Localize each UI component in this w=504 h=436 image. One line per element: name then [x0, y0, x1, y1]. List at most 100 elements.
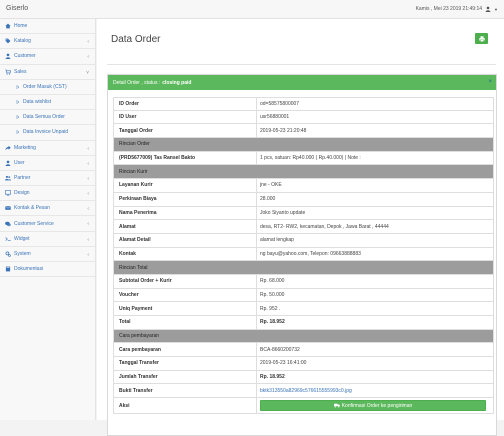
sidebar-item-label: Marketing — [14, 144, 36, 151]
sidebar-item-label: Katalog — [14, 38, 31, 45]
section-header-row: Rincian Total — [113, 261, 494, 275]
sidebar-item-marketing[interactable]: Marketing ‹ — [0, 141, 95, 156]
field-label: ID Order — [114, 98, 257, 110]
field-label: Subtotal Order + Kurir — [114, 274, 257, 288]
field-value: 2019-05-23 21:20:48 — [260, 127, 307, 134]
sidebar-item-data-invoice-unpaid[interactable]: Data Invoice Unpaid — [0, 125, 95, 141]
sidebar-item-label: User — [14, 159, 25, 166]
sidebar-item-widget[interactable]: Widget ‹ — [0, 232, 95, 247]
sidebar-item-sales[interactable]: Sales ˅ — [0, 65, 95, 80]
transfer-proof-link[interactable]: bktk313550a82969c576615555993c0.jpg — [260, 388, 352, 394]
sidebar-item-label: Order Masuk (CST) — [23, 83, 67, 90]
field-label: Tanggal Transfer — [114, 357, 257, 370]
share-icon — [5, 145, 11, 151]
table-row: Layanan Kurir jne - OKE — [113, 179, 494, 193]
table-row: Nama Penerima Joko Siyanto update — [113, 206, 494, 221]
table-row: Total Rp. 18.952 — [113, 316, 494, 330]
sidebar-item-label: Design — [14, 190, 30, 197]
angle-icon — [15, 99, 20, 105]
sidebar-item-home[interactable]: Home — [0, 19, 95, 35]
divider — [107, 64, 496, 65]
print-icon — [478, 35, 485, 42]
truck-icon — [333, 403, 340, 408]
tags-icon — [5, 38, 11, 44]
field-label: Jumlah Transfer — [114, 370, 257, 384]
table-row: (PRD5677009) Tas Ransel Bakto 1 pcs, satu… — [113, 151, 494, 166]
sidebar-item-customer[interactable]: Customer ‹ — [0, 49, 95, 65]
field-label: Cara pembayaran — [114, 343, 257, 357]
chevron-left-icon: ‹ — [87, 236, 89, 243]
angle-icon — [15, 114, 20, 120]
sidebar-item-kontak-pesan[interactable]: Kontak & Pesan ‹ — [0, 201, 95, 217]
sidebar-item-data-semua-order[interactable]: Data Semua Order — [0, 110, 95, 126]
field-label: Alamat Detail — [114, 233, 257, 247]
top-bar: Giserlo Kamis , Mei 23 2019 21:49:14 ▼ — [0, 0, 504, 19]
field-label: Bukti Transfer — [114, 384, 257, 398]
close-icon[interactable]: × — [488, 79, 492, 85]
chevron-left-icon: ‹ — [87, 160, 89, 167]
field-label: Perkiraan Biaya — [114, 192, 257, 206]
field-value: 2019-05-23 16:41:00 — [260, 360, 307, 367]
section-header-row: Rincian Kurir — [113, 165, 494, 180]
gears-icon — [5, 251, 11, 257]
user-icon — [485, 6, 491, 12]
sidebar-item-partner[interactable]: Partner ‹ — [0, 171, 95, 187]
app-brand[interactable]: Giserlo — [6, 5, 28, 12]
sidebar-item-order-masuk-cst[interactable]: Order Masuk (CST) — [0, 79, 95, 95]
table-row: Tanggal Transfer 2019-05-23 16:41:00 — [113, 357, 494, 371]
panel-header-text: Detail Order , status : — [113, 79, 161, 86]
sidebar-item-data-wishlist[interactable]: Data wishlist — [0, 94, 95, 111]
users-icon — [5, 175, 11, 181]
chevron-left-icon: ‹ — [87, 191, 89, 198]
field-value: Konfirmasi Order ke pengiriman — [257, 398, 493, 413]
section-title: Rincian Kurir — [119, 168, 148, 175]
order-detail-panel: Detail Order , status : closing paid × I… — [107, 74, 497, 436]
desktop-icon — [5, 190, 11, 196]
datetime-label: Kamis , Mei 23 2019 21:49:14 — [415, 6, 483, 12]
sidebar-item-customer-service[interactable]: Customer Service ‹ — [0, 216, 95, 232]
sidebar-item-label: Kontak & Pesan — [14, 205, 50, 212]
field-value: Rp. 68.000 — [260, 278, 285, 285]
table-row: Aksi Konfirmasi Order ke pengiriman — [113, 398, 494, 415]
field-value: Joko Siyanto update — [260, 209, 306, 216]
user-menu[interactable]: Kamis , Mei 23 2019 21:49:14 ▼ — [416, 6, 498, 12]
confirm-shipping-button[interactable]: Konfirmasi Order ke pengiriman — [260, 400, 486, 412]
field-value: Rp. 18.952 — [260, 374, 285, 381]
sidebar-item-katalog[interactable]: Katalog ‹ — [0, 34, 95, 50]
field-value: usr56880001 — [260, 114, 290, 121]
field-label: ID User — [114, 110, 257, 124]
field-label: Tanggal Order — [114, 124, 257, 138]
table-row: Jumlah Transfer Rp. 18.952 — [113, 370, 494, 385]
table-row: Subtotal Order + Kurir Rp. 68.000 — [113, 274, 494, 289]
chevron-left-icon: ‹ — [87, 145, 89, 152]
field-value: Rp. 18.952 — [260, 319, 285, 326]
sidebar-item-system[interactable]: System ‹ — [0, 247, 95, 262]
table-row: Alamat desa, RT2- RW2, kecamatan, Depok ,… — [113, 220, 494, 234]
angle-icon — [15, 84, 20, 90]
chevron-left-icon: ‹ — [87, 206, 89, 213]
field-value: ng bayu@yahoo.com, Telepon: 09663888883 — [260, 250, 361, 257]
angle-icon — [15, 129, 20, 135]
sidebar-item-label: Widget — [14, 235, 30, 242]
field-label: Kontak — [114, 247, 257, 261]
sidebar-item-user[interactable]: User ‹ — [0, 156, 95, 171]
comments-icon — [5, 221, 11, 227]
chevron-left-icon: ‹ — [87, 175, 89, 182]
table-row: Bukti Transfer bktk313550a82969c576615555… — [113, 384, 494, 399]
terminal-icon — [5, 236, 11, 242]
table-row: Perkiraan Biaya 28.000 — [113, 192, 494, 207]
sidebar-item-label: Customer — [14, 53, 36, 60]
sidebar-item-label: System — [14, 250, 31, 257]
print-button[interactable] — [475, 33, 488, 44]
field-value: od=58575800007 — [260, 100, 300, 107]
section-title: Rincian Total — [119, 264, 148, 271]
field-value: 1 pcs, satuan: Rp40.000 ( Rp.40.000) | N… — [260, 155, 361, 162]
table-row: Kontak ng bayu@yahoo.com, Telepon: 096638… — [113, 247, 494, 262]
table-row: Cara pembayaran BCA-8660200732 — [113, 343, 494, 358]
book-icon — [5, 266, 11, 272]
cart-icon — [5, 69, 11, 75]
chevron-left-icon: ‹ — [87, 251, 89, 258]
sidebar-item-dokumentasi[interactable]: Dokumentasi — [0, 262, 95, 278]
sidebar-item-design[interactable]: Design ‹ — [0, 186, 95, 202]
sidebar-item-label: Home — [14, 23, 28, 30]
